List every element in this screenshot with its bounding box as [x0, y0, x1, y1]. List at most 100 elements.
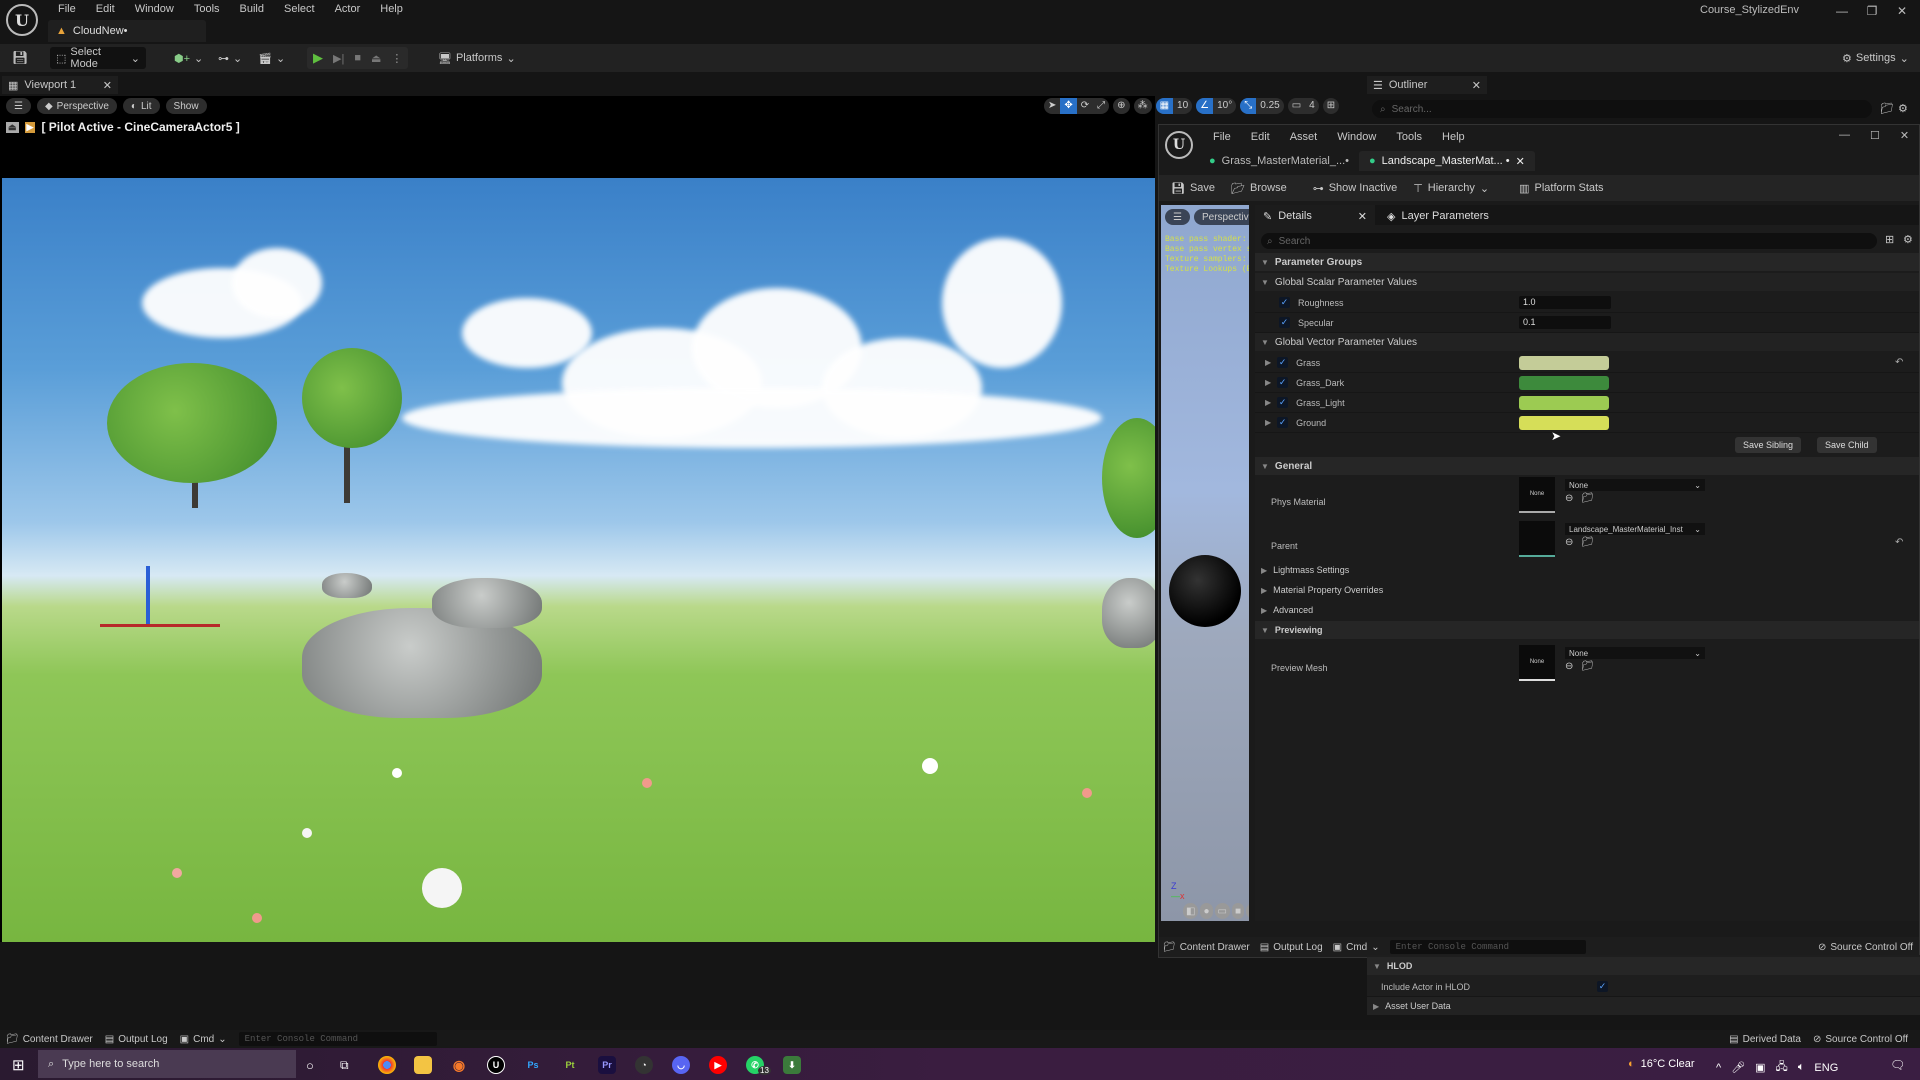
network-icon[interactable]: 🖧︎	[1776, 1058, 1788, 1077]
preview-menu-button[interactable]: ☰	[1165, 209, 1190, 225]
unreal-logo-icon[interactable]: U	[6, 4, 38, 36]
viewport-tab[interactable]: ▦ Viewport 1 ✕	[2, 76, 118, 94]
material-preview-viewport[interactable]: ☰ Perspective Base pass shader: 123 Base…	[1161, 205, 1249, 921]
weather-widget[interactable]: ◐ 16°C Clear	[1628, 1058, 1695, 1070]
obs-icon[interactable]: ◔	[635, 1056, 653, 1074]
reset-to-default-icon[interactable]: ↶	[1895, 357, 1903, 368]
close-icon[interactable]: ✕	[1472, 79, 1481, 92]
outliner-tab[interactable]: ☰ Outliner ✕	[1367, 76, 1487, 94]
volume-icon[interactable]: 🔈︎	[1798, 1061, 1805, 1074]
cmd-dropdown[interactable]: ▣ Cmd ⌄	[180, 1034, 227, 1045]
section-asset-user-data[interactable]: ▶ Asset User Data	[1367, 997, 1920, 1015]
expand-arrow-icon[interactable]: ▶	[1265, 358, 1271, 367]
output-log-button[interactable]: ▤ Output Log	[1260, 942, 1323, 953]
meet-now-icon[interactable]: ▣	[1755, 1061, 1765, 1074]
mat-menu-edit[interactable]: Edit	[1241, 131, 1280, 143]
section-previewing[interactable]: ▼ Previewing	[1255, 621, 1919, 639]
outliner-search-input[interactable]: ⌕ Search...	[1372, 100, 1872, 118]
specular-value-field[interactable]: 0.1	[1519, 316, 1611, 329]
scale-snap-group[interactable]: ⤡ 0.25	[1240, 98, 1284, 114]
source-control-button[interactable]: ⊘ Source Control Off	[1818, 942, 1913, 953]
grid-snap-group[interactable]: ▦ 10	[1155, 98, 1193, 114]
grass-light-checkbox[interactable]: ✓	[1277, 397, 1289, 408]
details-search-input[interactable]: ⌕ Search	[1261, 233, 1877, 249]
table-view-icon[interactable]: ⊞	[1885, 233, 1894, 246]
mat-menu-help[interactable]: Help	[1432, 131, 1475, 143]
world-local-toggle[interactable]: ⊕	[1113, 98, 1130, 114]
roughness-value-field[interactable]: 1.0	[1519, 296, 1611, 309]
more-options-icon[interactable]: ⋮	[391, 52, 402, 65]
menu-actor[interactable]: Actor	[325, 0, 371, 18]
gear-icon[interactable]: ⚙	[1903, 233, 1913, 246]
save-sibling-button[interactable]: Save Sibling	[1735, 437, 1802, 453]
cylinder-icon[interactable]: ◧	[1183, 903, 1199, 919]
preview-perspective-button[interactable]: Perspective	[1193, 209, 1249, 225]
console-input[interactable]: Enter Console Command	[1389, 940, 1586, 954]
select-mode-dropdown[interactable]: ⬚ Select Mode ⌄	[50, 46, 146, 70]
eject-icon[interactable]: ⏏	[371, 52, 381, 65]
cube-icon[interactable]: ■	[1231, 903, 1244, 919]
show-inactive-button[interactable]: ⊶ Show Inactive	[1307, 177, 1403, 199]
phys-material-combo[interactable]: None ⌄	[1565, 479, 1705, 491]
parent-thumbnail[interactable]	[1519, 521, 1555, 557]
add-actor-button[interactable]: ⬢+ ⌄	[168, 47, 209, 69]
tab-layer-parameters[interactable]: ◈ Layer Parameters	[1379, 205, 1497, 227]
browse-asset-icon[interactable]: 📁︎	[1581, 493, 1594, 504]
stop-icon[interactable]: ■	[354, 52, 361, 64]
rotate-tool-icon[interactable]: ⟳	[1077, 98, 1093, 114]
tab-details[interactable]: ✎ Details ✕	[1255, 205, 1375, 227]
chrome-icon[interactable]	[378, 1056, 396, 1074]
notifications-icon[interactable]: 🗨︎	[1890, 1058, 1905, 1072]
camera-speed-group[interactable]: ▭ 4	[1287, 98, 1319, 114]
section-hlod[interactable]: ▼ HLOD	[1367, 957, 1920, 975]
add-folder-icon[interactable]: 📁︎	[1880, 102, 1894, 115]
menu-edit[interactable]: Edit	[86, 0, 125, 18]
derived-data-button[interactable]: ▤ Derived Data	[1729, 1034, 1801, 1045]
content-drawer-button[interactable]: 📁︎ Content Drawer	[1163, 942, 1250, 953]
reset-to-default-icon[interactable]: ↶	[1895, 537, 1903, 548]
microphone-icon[interactable]: 🎤︎	[1731, 1061, 1745, 1074]
section-global-vector[interactable]: ▼ Global Vector Parameter Values	[1255, 333, 1919, 351]
mat-menu-file[interactable]: File	[1203, 131, 1241, 143]
discord-icon[interactable]: ◡	[672, 1056, 690, 1074]
minimize-button[interactable]: —	[1839, 129, 1850, 142]
mat-menu-tools[interactable]: Tools	[1386, 131, 1432, 143]
select-tool-icon[interactable]: ➤	[1044, 98, 1060, 114]
close-icon[interactable]: ✕	[1516, 155, 1525, 168]
plane-icon[interactable]: ▭	[1214, 903, 1230, 919]
content-drawer-button[interactable]: 📁︎ Content Drawer	[6, 1034, 93, 1045]
save-child-button[interactable]: Save Child	[1817, 437, 1877, 453]
menu-window[interactable]: Window	[125, 0, 184, 18]
section-advanced[interactable]: ▶ Advanced	[1255, 601, 1919, 619]
output-log-button[interactable]: ▤ Output Log	[105, 1034, 168, 1045]
include-hlod-checkbox[interactable]: ✓	[1597, 981, 1608, 992]
expand-arrow-icon[interactable]: ▶	[1265, 378, 1271, 387]
browse-button[interactable]: 📂︎ Browse	[1225, 177, 1293, 199]
layout-button[interactable]: ⊞	[1322, 98, 1340, 114]
use-selected-icon[interactable]: ⊖	[1565, 493, 1573, 504]
settings-dropdown[interactable]: ⚙ Settings ⌄	[1836, 47, 1915, 69]
mat-menu-window[interactable]: Window	[1327, 131, 1386, 143]
gizmo-z-axis[interactable]	[146, 566, 150, 626]
tab-grass-master-material[interactable]: ● Grass_MasterMaterial_...•	[1199, 151, 1359, 171]
cinematics-button[interactable]: 🎬︎ ⌄	[252, 47, 291, 69]
taskbar-search-input[interactable]: ⌕ Type here to search	[38, 1050, 296, 1078]
section-parameter-groups[interactable]: ▼ Parameter Groups	[1255, 253, 1919, 271]
lit-button[interactable]: ◐ Lit	[122, 98, 160, 114]
platforms-dropdown[interactable]: 🖥︎ Platforms ⌄	[432, 47, 522, 69]
close-icon[interactable]: ✕	[1358, 210, 1367, 223]
close-button[interactable]: ✕	[1890, 4, 1914, 18]
section-general[interactable]: ▼ General	[1255, 457, 1919, 475]
sphere-icon[interactable]: ●	[1200, 903, 1213, 919]
file-explorer-icon[interactable]	[414, 1056, 432, 1074]
preview-mesh-thumbnail[interactable]: None	[1519, 645, 1555, 681]
platform-stats-button[interactable]: ▥ Platform Stats	[1513, 177, 1609, 199]
roughness-checkbox[interactable]: ✓	[1279, 297, 1290, 308]
close-button[interactable]: ✕	[1900, 129, 1909, 142]
blender-icon[interactable]: ◉	[450, 1056, 468, 1074]
hierarchy-dropdown[interactable]: ⊤ Hierarchy ⌄	[1407, 177, 1495, 199]
section-material-property-overrides[interactable]: ▶ Material Property Overrides	[1255, 581, 1919, 599]
tab-landscape-master-material[interactable]: ● Landscape_MasterMat... • ✕	[1359, 151, 1535, 171]
ground-checkbox[interactable]: ✓	[1277, 417, 1289, 428]
task-view-icon[interactable]: ⧉	[340, 1058, 349, 1073]
